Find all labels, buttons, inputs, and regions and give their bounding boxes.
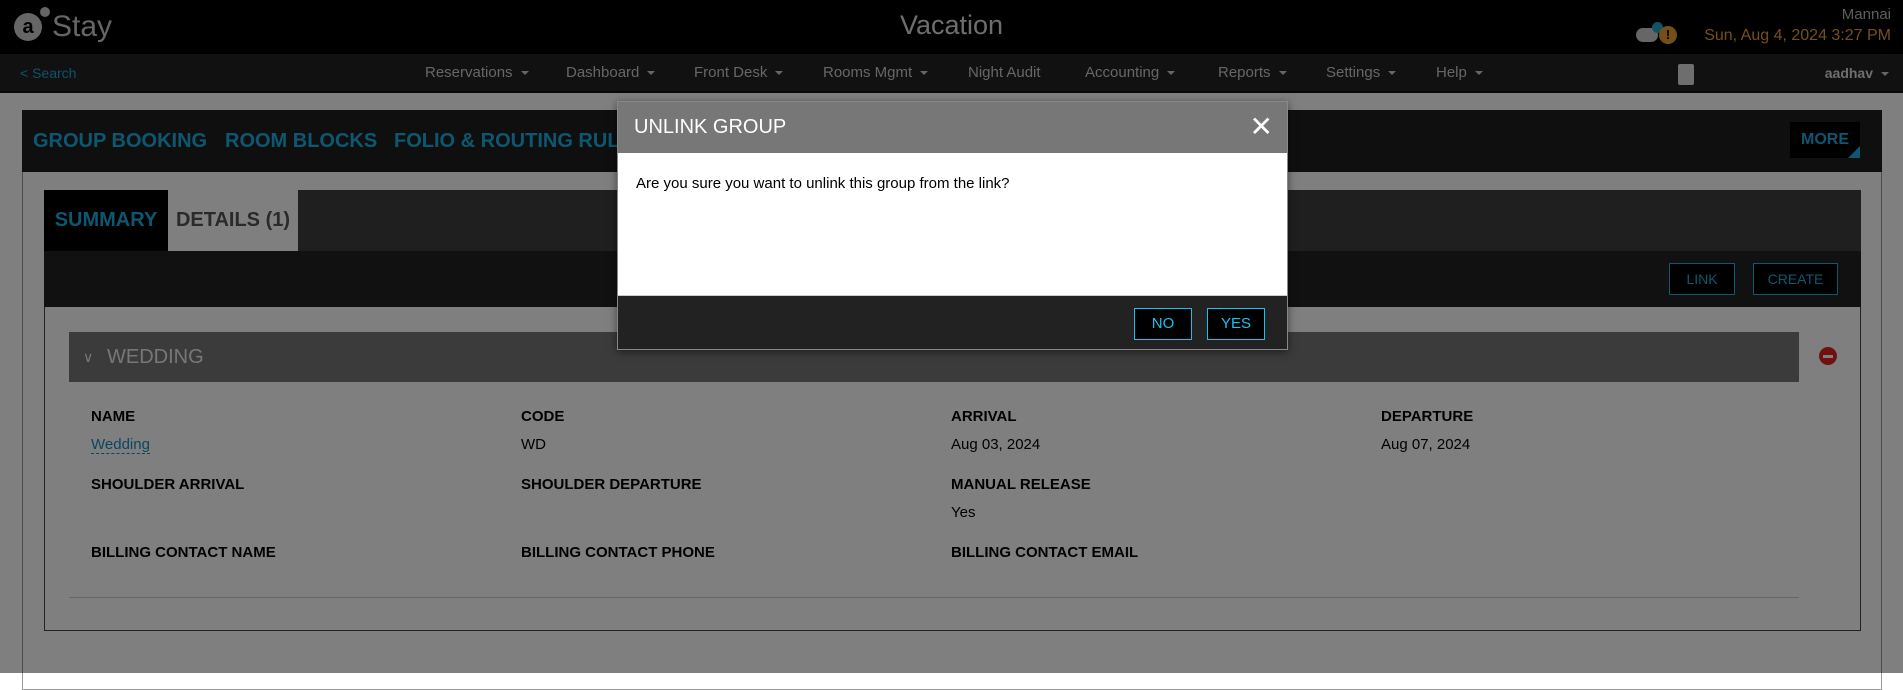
dialog-footer: NO YES (618, 295, 1287, 349)
yes-button[interactable]: YES (1207, 308, 1265, 340)
unlink-group-dialog: UNLINK GROUP ✕ Are you sure you want to … (617, 101, 1288, 350)
no-button[interactable]: NO (1134, 308, 1192, 340)
dialog-message: Are you sure you want to unlink this gro… (618, 153, 1287, 295)
close-icon[interactable]: ✕ (1250, 113, 1273, 141)
dialog-title: UNLINK GROUP (634, 116, 787, 138)
dialog-header: UNLINK GROUP ✕ (618, 102, 1287, 153)
